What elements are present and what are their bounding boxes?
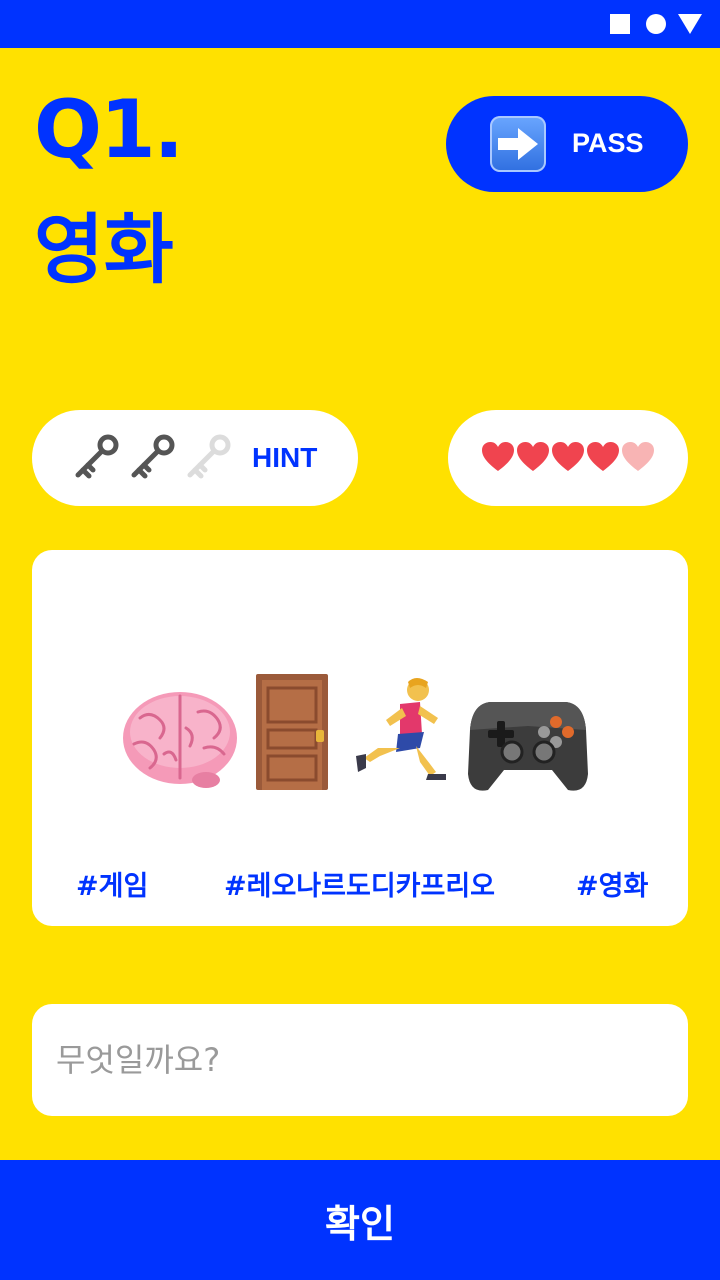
game-controller-emoji xyxy=(468,702,588,791)
key-icon xyxy=(75,434,119,479)
hint-label: HINT xyxy=(252,442,318,473)
heart-icon xyxy=(482,442,514,471)
running-man-emoji xyxy=(356,678,446,780)
confirm-label: 확인 xyxy=(325,1201,395,1246)
question-category: 영화 xyxy=(34,205,174,294)
tag-game: #게임 xyxy=(76,871,149,902)
heart-icon xyxy=(587,442,619,471)
door-emoji xyxy=(256,674,328,790)
key-used-icon xyxy=(187,434,231,479)
brain-emoji xyxy=(123,692,237,788)
pass-button[interactable]: PASS xyxy=(446,96,688,192)
circle-icon xyxy=(646,14,666,34)
triangle-icon xyxy=(678,14,702,34)
hint-button[interactable]: HINT xyxy=(32,410,358,506)
answer-input[interactable] xyxy=(32,1004,688,1116)
square-icon xyxy=(610,14,630,34)
right-arrow-icon xyxy=(490,116,546,172)
status-bar xyxy=(0,0,720,48)
lives-indicator xyxy=(448,410,688,506)
tag-actor: #레오나르도디카프리오 xyxy=(224,871,496,902)
key-icon xyxy=(131,434,175,479)
heart-icon xyxy=(552,442,584,471)
heart-icon xyxy=(517,442,549,471)
heart-empty-icon xyxy=(622,442,654,471)
tag-movie: #영화 xyxy=(576,871,649,902)
pass-label: PASS xyxy=(572,128,644,158)
question-number: Q1. xyxy=(34,83,184,176)
puzzle-card: #게임 #레오나르도디카프리오 #영화 xyxy=(32,550,688,926)
confirm-button[interactable]: 확인 xyxy=(0,1160,720,1280)
